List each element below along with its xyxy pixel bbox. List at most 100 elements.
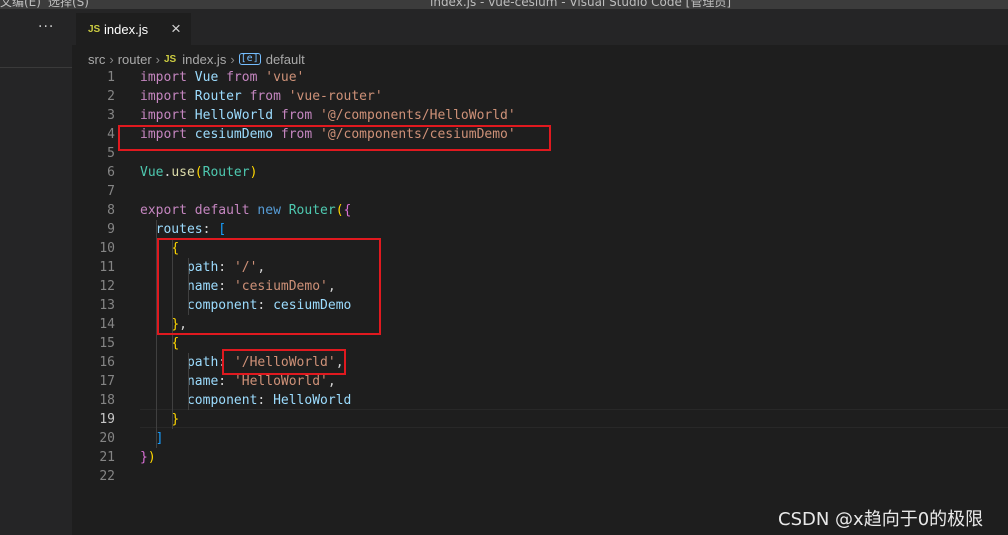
code-text: Vue.use(Router) — [140, 163, 257, 182]
code-text: routes: [ — [140, 220, 226, 239]
line-number: 10 — [99, 241, 115, 256]
line-number: 19 — [99, 412, 115, 427]
code-token: 'HelloWorld' — [233, 374, 328, 389]
code-token: export — [140, 203, 187, 218]
tab-index-js[interactable]: JS index.js × — [76, 13, 191, 45]
line-number: 6 — [107, 165, 115, 180]
tab-label: index.js — [104, 22, 149, 37]
code-token: HelloWorld — [194, 108, 274, 123]
code-token: , — [327, 374, 336, 389]
highlight-box-import — [118, 125, 551, 151]
code-line[interactable]: 9 routes: [ — [72, 220, 1008, 239]
watermark: CSDN @x趋向于0的极限 — [778, 509, 984, 530]
code-line[interactable]: 16 path: '/HelloWorld', — [72, 353, 1008, 372]
close-tab-icon[interactable]: × — [171, 19, 181, 39]
code-line[interactable]: 3 import HelloWorld from '@/components/He… — [72, 106, 1008, 125]
line-number: 9 — [107, 222, 115, 237]
code-token: : — [218, 374, 234, 389]
js-file-icon: JS — [88, 24, 101, 35]
indent-guide — [188, 353, 189, 410]
code-token: path — [186, 355, 219, 370]
code-line[interactable]: 15 { — [72, 334, 1008, 353]
code-text: } — [140, 410, 179, 429]
line-number: 15 — [99, 336, 115, 351]
code-token: from — [280, 108, 313, 123]
sidebar-divider — [0, 67, 72, 68]
code-line[interactable]: 20 ] — [72, 429, 1008, 448]
line-number: 1 — [107, 70, 115, 85]
code-line[interactable]: 6 Vue.use(Router) — [72, 163, 1008, 182]
line-number: 8 — [107, 203, 115, 218]
window-title: index.js - vue-cesium - Visual Studio Co… — [430, 0, 732, 9]
line-number: 4 — [107, 127, 115, 142]
code-token: new — [257, 203, 281, 218]
code-line[interactable]: 19 } — [72, 410, 1008, 429]
code-token: 'vue' — [265, 70, 305, 85]
vertical-scrollbar[interactable] — [994, 68, 1008, 535]
code-token: default — [194, 203, 250, 218]
breadcrumb-symbol[interactable]: default — [266, 52, 305, 67]
menu-select[interactable]: 选择(S) — [48, 0, 89, 9]
breadcrumb: src › router › JS index.js › [e] default — [88, 49, 305, 69]
line-number: 7 — [107, 184, 115, 199]
menu-edit[interactable]: 文编(E) — [0, 0, 41, 9]
code-token: : — [257, 393, 274, 408]
line-number: 14 — [99, 317, 115, 332]
code-line[interactable]: 1 import Vue from 'vue' — [72, 68, 1008, 87]
code-token: [ — [218, 222, 227, 237]
code-token: Router — [288, 203, 336, 218]
code-line[interactable]: 22 — [72, 467, 1008, 486]
code-token: ) — [249, 165, 258, 180]
code-token: from — [249, 89, 281, 104]
code-token: import — [140, 108, 187, 123]
code-line[interactable]: 2 import Router from 'vue-router' — [72, 87, 1008, 106]
code-token: routes — [155, 222, 203, 237]
code-text: }) — [140, 448, 156, 467]
code-text: import Router from 'vue-router' — [140, 87, 383, 106]
more-actions-icon[interactable]: ··· — [38, 19, 54, 35]
code-token: component — [186, 393, 258, 408]
code-token: ( — [335, 203, 344, 218]
line-number: 22 — [99, 469, 115, 484]
line-number: 2 — [107, 89, 115, 104]
code-token: ( — [194, 165, 203, 180]
code-token: Router — [202, 165, 250, 180]
code-token: 'vue-router' — [288, 89, 383, 104]
code-line[interactable]: 18 component: HelloWorld — [72, 391, 1008, 410]
code-token: from — [226, 70, 258, 85]
code-token: Vue — [140, 165, 164, 180]
code-line[interactable]: 17 name: 'HelloWorld', — [72, 372, 1008, 391]
chevron-right-icon: › — [230, 51, 235, 67]
code-text: export default new Router({ — [140, 201, 351, 220]
explorer-sidebar: ··· — [0, 9, 72, 535]
line-number: 13 — [99, 298, 115, 313]
code-line[interactable]: 7 — [72, 182, 1008, 201]
code-text: { — [140, 334, 179, 353]
code-token: import — [140, 70, 187, 85]
line-number: 5 — [107, 146, 115, 161]
breadcrumb-src[interactable]: src — [88, 52, 105, 67]
breadcrumb-file[interactable]: index.js — [182, 52, 226, 67]
code-text: import HelloWorld from '@/components/Hel… — [140, 106, 516, 125]
breadcrumb-router[interactable]: router — [118, 52, 152, 67]
line-number: 21 — [99, 450, 115, 465]
line-number: 17 — [99, 374, 115, 389]
code-line[interactable]: 8 export default new Router({ — [72, 201, 1008, 220]
code-line[interactable]: 21}) — [72, 448, 1008, 467]
code-token: name — [186, 374, 219, 389]
title-bar: 文编(E) 选择(S) index.js - vue-cesium - Visu… — [0, 0, 1008, 9]
code-token: use — [171, 165, 195, 180]
chevron-right-icon: › — [109, 51, 114, 67]
code-token: '@/components/HelloWorld' — [320, 108, 516, 123]
code-token: HelloWorld — [273, 393, 352, 408]
